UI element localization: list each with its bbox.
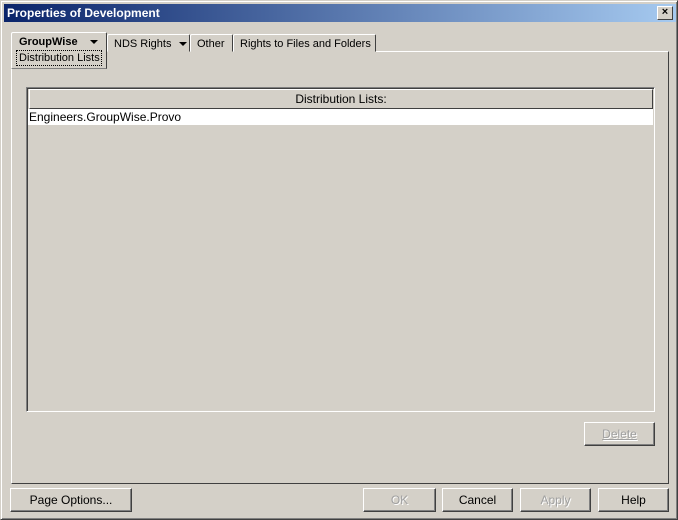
tab-label: GroupWise — [19, 36, 78, 48]
window-title: Properties of Development — [7, 6, 160, 20]
properties-dialog: Properties of Development × GroupWise Di… — [0, 0, 678, 520]
apply-button[interactable]: Apply — [520, 488, 591, 512]
cancel-button[interactable]: Cancel — [442, 488, 513, 512]
tab-groupwise[interactable]: GroupWise Distribution Lists — [11, 32, 107, 69]
tab-label: Rights to Files and Folders — [240, 38, 371, 50]
delete-button[interactable]: Delete — [584, 422, 655, 446]
subtab-distribution-lists[interactable]: Distribution Lists — [16, 50, 102, 66]
tab-rights-to-files[interactable]: Rights to Files and Folders — [233, 34, 376, 52]
column-header[interactable]: Distribution Lists: — [29, 89, 653, 109]
page-options-button[interactable]: Page Options... — [10, 488, 132, 512]
distribution-lists-list[interactable]: Distribution Lists: Engineers.GroupWise.… — [26, 87, 655, 412]
title-bar: Properties of Development × — [4, 4, 676, 22]
tab-label: Other — [197, 38, 225, 50]
tab-nds-rights[interactable]: NDS Rights — [107, 34, 190, 52]
tab-other[interactable]: Other — [190, 34, 233, 52]
help-button[interactable]: Help — [598, 488, 669, 512]
close-icon[interactable]: × — [657, 6, 673, 20]
ok-button[interactable]: OK — [363, 488, 436, 512]
delete-label: Delete — [602, 427, 637, 441]
dropdown-arrow-icon[interactable] — [179, 42, 188, 47]
tab-label: NDS Rights — [114, 38, 172, 50]
list-item[interactable]: Engineers.GroupWise.Provo — [28, 109, 653, 125]
dropdown-arrow-icon[interactable] — [89, 40, 98, 45]
